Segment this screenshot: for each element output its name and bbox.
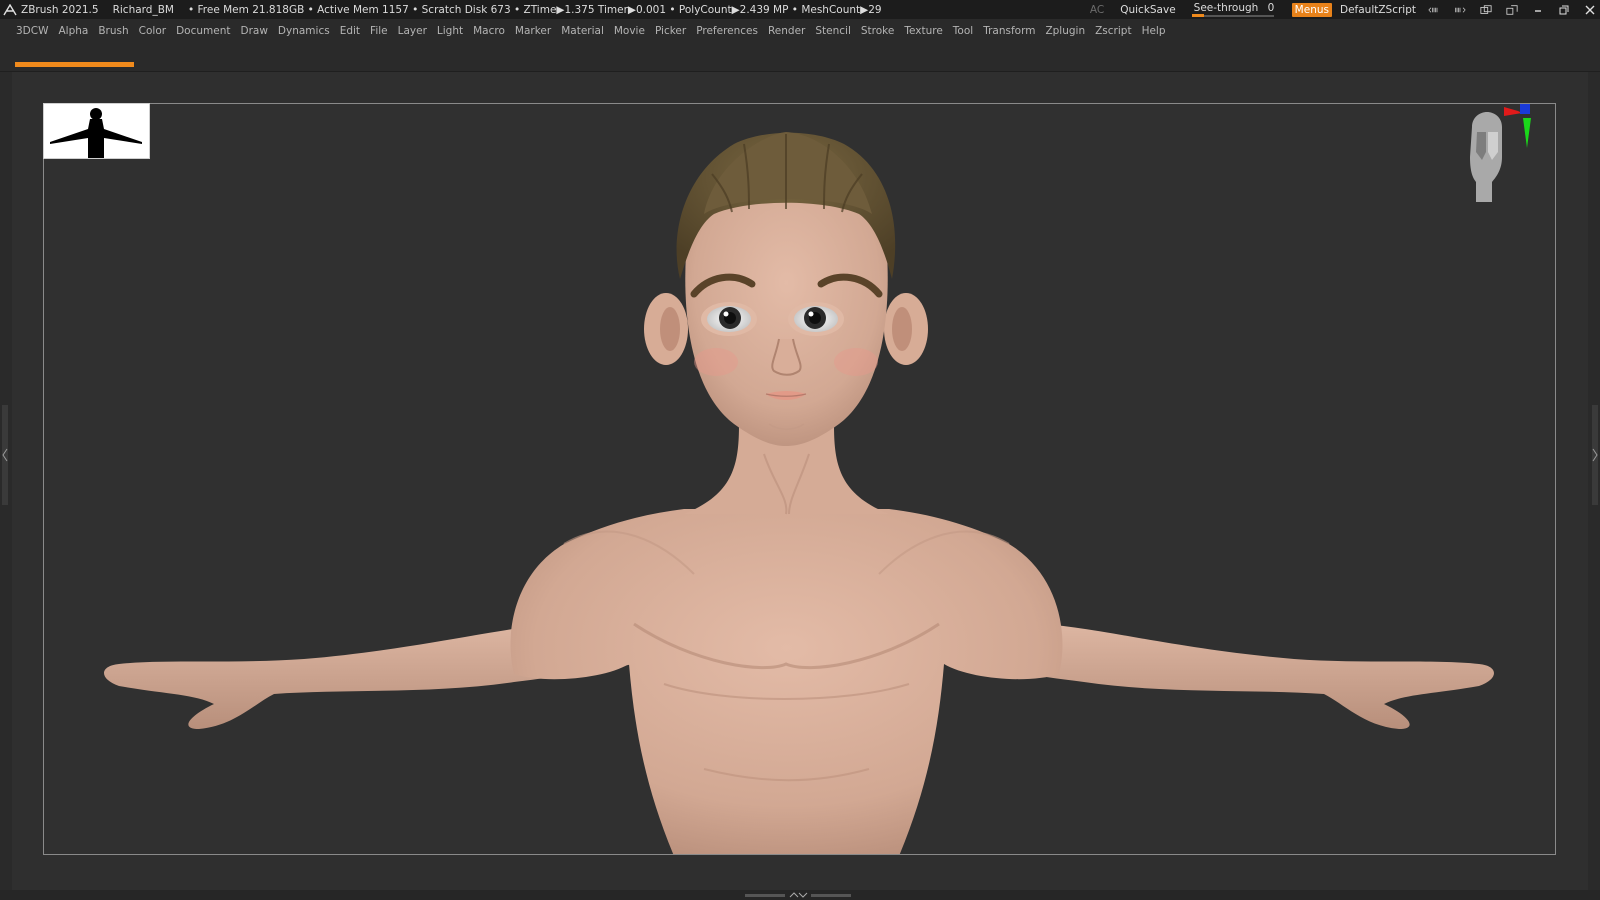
- menu-render[interactable]: Render: [768, 25, 805, 37]
- close-icon[interactable]: [1584, 4, 1596, 16]
- menu-color[interactable]: Color: [139, 25, 166, 37]
- menu-macro[interactable]: Macro: [473, 25, 505, 37]
- see-through-track: [1191, 15, 1274, 17]
- head-navigation-icon[interactable]: [1462, 102, 1552, 212]
- menu-picker[interactable]: Picker: [655, 25, 686, 37]
- project-name: Richard_BM: [112, 3, 174, 16]
- canvas-area[interactable]: [12, 72, 1588, 890]
- bottom-tray: [0, 890, 1600, 900]
- memory-stats: • Free Mem 21.818GB • Active Mem 1157 • …: [187, 3, 882, 16]
- left-tray-handle[interactable]: [2, 405, 8, 505]
- layout-expand-icon[interactable]: [1454, 4, 1466, 16]
- menu-dynamics[interactable]: Dynamics: [278, 25, 330, 37]
- menu-layer[interactable]: Layer: [398, 25, 427, 37]
- menu-tool[interactable]: Tool: [953, 25, 973, 37]
- menu-stencil[interactable]: Stencil: [815, 25, 851, 37]
- menu-brush[interactable]: Brush: [98, 25, 128, 37]
- default-zscript-button[interactable]: DefaultZScript: [1340, 4, 1416, 16]
- menu-zscript[interactable]: Zscript: [1095, 25, 1131, 37]
- app-title: ZBrush 2021.5: [21, 3, 99, 16]
- zbrush-logo-icon: [3, 3, 17, 17]
- menu-transform[interactable]: Transform: [983, 25, 1035, 37]
- menu-document[interactable]: Document: [176, 25, 230, 37]
- maximize-icon[interactable]: [1558, 4, 1570, 16]
- title-bar: ZBrush 2021.5 Richard_BM • Free Mem 21.8…: [0, 0, 1600, 19]
- menu-3dcw[interactable]: 3DCW: [16, 25, 48, 37]
- menu-preferences[interactable]: Preferences: [696, 25, 758, 37]
- menu-marker[interactable]: Marker: [515, 25, 551, 37]
- menu-stroke[interactable]: Stroke: [861, 25, 894, 37]
- main-menu-bar: 3DCW Alpha Brush Color Document Draw Dynamics E…: [0, 20, 1600, 41]
- see-through-slider[interactable]: See-through 0: [1190, 2, 1278, 17]
- layout-shrink-icon[interactable]: [1428, 4, 1440, 16]
- menu-help[interactable]: Help: [1142, 25, 1166, 37]
- menu-alpha[interactable]: Alpha: [58, 25, 88, 37]
- menu-material[interactable]: Material: [561, 25, 604, 37]
- see-through-value: 0: [1267, 2, 1275, 14]
- ac-indicator[interactable]: AC: [1090, 4, 1104, 16]
- menu-edit[interactable]: Edit: [340, 25, 360, 37]
- document-viewport[interactable]: [43, 103, 1556, 855]
- tab-strip: [0, 43, 1600, 72]
- menu-light[interactable]: Light: [437, 25, 463, 37]
- menu-zplugin[interactable]: Zplugin: [1045, 25, 1085, 37]
- silhouette-thumbnail[interactable]: [43, 103, 150, 159]
- menu-file[interactable]: File: [370, 25, 388, 37]
- character-model[interactable]: [44, 104, 1556, 855]
- see-through-fill: [1191, 14, 1204, 17]
- see-through-label: See-through: [1193, 2, 1259, 14]
- restore-layout-icon[interactable]: [1506, 4, 1518, 16]
- window-icons: [1428, 4, 1596, 16]
- quicksave-button[interactable]: QuickSave: [1120, 4, 1175, 16]
- title-right-controls: AC QuickSave See-through 0 Menus Default…: [1090, 0, 1596, 19]
- menus-button[interactable]: Menus: [1291, 2, 1332, 17]
- minimize-icon[interactable]: [1532, 4, 1544, 16]
- menu-texture[interactable]: Texture: [904, 25, 942, 37]
- menu-movie[interactable]: Movie: [614, 25, 645, 37]
- copy-layout-icon[interactable]: [1480, 4, 1492, 16]
- active-tab-indicator[interactable]: [15, 62, 134, 67]
- right-tray-handle[interactable]: [1592, 405, 1598, 505]
- bottom-tray-handle[interactable]: [745, 892, 853, 898]
- menu-draw[interactable]: Draw: [240, 25, 267, 37]
